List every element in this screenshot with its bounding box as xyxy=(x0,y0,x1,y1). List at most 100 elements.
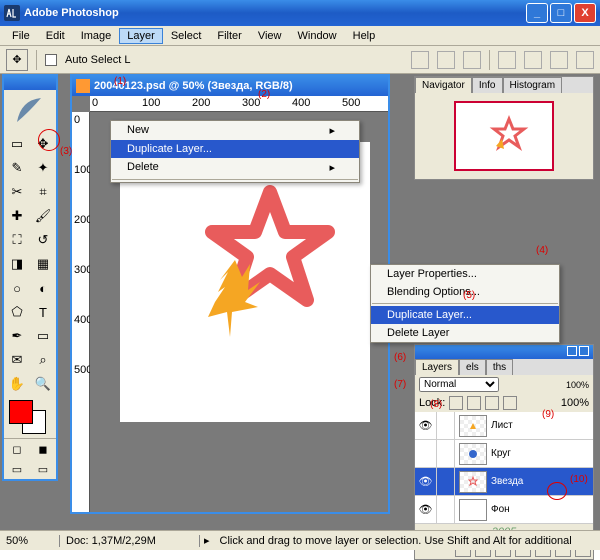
minimize-button[interactable]: _ xyxy=(526,3,548,23)
menu-duplicate-layer[interactable]: Duplicate Layer... xyxy=(111,140,359,158)
blur-tool[interactable]: ○ xyxy=(4,276,30,300)
ctx-blending-options[interactable]: Blending Options... xyxy=(371,283,559,301)
link-icon[interactable] xyxy=(437,440,455,467)
document-titlebar[interactable]: 20040123.psd @ 50% (Звезда, RGB/8) xyxy=(72,76,388,96)
layers-panel-header[interactable] xyxy=(415,345,593,359)
ctx-delete-layer[interactable]: Delete Layer xyxy=(371,324,559,342)
move-tool[interactable]: ✥ xyxy=(30,132,56,156)
notes-tool[interactable]: ✉ xyxy=(4,348,30,372)
tab-layers[interactable]: Layers xyxy=(415,359,459,375)
shape-tool[interactable]: ▭ xyxy=(30,324,56,348)
layer-row[interactable]: 👁 Фон xyxy=(415,496,593,524)
standard-mode-icon[interactable]: ◻ xyxy=(4,439,30,459)
visibility-icon[interactable]: 👁 xyxy=(415,496,437,523)
link-icon[interactable] xyxy=(437,468,455,495)
layer-row[interactable]: 👁 Лист xyxy=(415,412,593,440)
history-brush-tool[interactable]: ↺ xyxy=(30,228,56,252)
canvas[interactable] xyxy=(120,142,370,422)
align-icon[interactable] xyxy=(437,51,455,69)
marquee-tool[interactable]: ▭ xyxy=(4,132,30,156)
layer-row[interactable]: 👁 Звезда xyxy=(415,468,593,496)
visibility-icon[interactable]: 👁 xyxy=(415,468,437,495)
menu-select[interactable]: Select xyxy=(163,28,210,44)
layer-thumbnail[interactable] xyxy=(459,443,487,465)
opacity-value[interactable]: 100% xyxy=(503,380,589,390)
color-swatches[interactable] xyxy=(4,396,56,438)
tab-paths[interactable]: ths xyxy=(486,359,513,375)
status-hint: Click and drag to move layer or selectio… xyxy=(214,535,600,547)
doc-size[interactable]: Doc: 1,37M/2,29M xyxy=(60,535,200,547)
pen-tool[interactable]: ✒ xyxy=(4,324,30,348)
menu-edit[interactable]: Edit xyxy=(38,28,73,44)
layer-thumbnail[interactable] xyxy=(459,471,487,493)
visibility-icon[interactable] xyxy=(415,440,437,467)
layer-name[interactable]: Фон xyxy=(491,504,510,515)
dodge-tool[interactable]: ◐ xyxy=(30,276,56,300)
distribute-icon[interactable] xyxy=(524,51,542,69)
ctx-duplicate-layer[interactable]: Duplicate Layer... xyxy=(371,306,559,324)
zoom-tool[interactable]: 🔍 xyxy=(30,372,56,396)
menu-image[interactable]: Image xyxy=(73,28,120,44)
distribute-icon[interactable] xyxy=(550,51,568,69)
link-icon[interactable] xyxy=(437,412,455,439)
layer-row[interactable]: Круг xyxy=(415,440,593,468)
zoom-value[interactable]: 50% xyxy=(0,535,60,547)
wand-tool[interactable]: ✦ xyxy=(30,156,56,180)
layer-name[interactable]: Круг xyxy=(491,448,511,459)
tab-info[interactable]: Info xyxy=(472,77,503,93)
fill-value[interactable]: 100% xyxy=(521,397,589,409)
menu-file[interactable]: File xyxy=(4,28,38,44)
menu-new-layer[interactable]: New▸ xyxy=(111,121,359,140)
screen-mode-icon[interactable]: ▭ xyxy=(4,459,30,479)
type-tool[interactable]: T xyxy=(30,300,56,324)
auto-select-checkbox[interactable] xyxy=(45,54,57,66)
foreground-swatch[interactable] xyxy=(9,400,33,424)
blend-mode-select[interactable]: Normal xyxy=(419,377,499,392)
menu-filter[interactable]: Filter xyxy=(209,28,249,44)
maximize-button[interactable]: □ xyxy=(550,3,572,23)
align-icon[interactable] xyxy=(411,51,429,69)
menu-window[interactable]: Window xyxy=(290,28,345,44)
crop-tool[interactable]: ✂ xyxy=(4,180,30,204)
distribute-icon[interactable] xyxy=(576,51,594,69)
eraser-tool[interactable]: ◨ xyxy=(4,252,30,276)
menu-delete-layer[interactable]: Delete▸ xyxy=(111,158,359,177)
move-tool-icon[interactable]: ✥ xyxy=(6,49,28,71)
quickmask-icon[interactable]: ◼ xyxy=(30,439,56,459)
screen-mode-icon[interactable]: ▭ xyxy=(30,459,56,479)
layer-thumbnail[interactable] xyxy=(459,415,487,437)
lock-all-icon[interactable] xyxy=(503,396,517,410)
heal-tool[interactable]: ✚ xyxy=(4,204,30,228)
navigator-preview[interactable] xyxy=(415,93,593,179)
brush-tool[interactable]: 🖌 xyxy=(30,204,56,228)
align-icon[interactable] xyxy=(463,51,481,69)
close-button[interactable]: X xyxy=(574,3,596,23)
eyedropper-tool[interactable]: ⌕ xyxy=(30,348,56,372)
layer-context-menu: Layer Properties... Blending Options... … xyxy=(370,264,560,343)
visibility-icon[interactable]: 👁 xyxy=(415,412,437,439)
slice-tool[interactable]: ⌗ xyxy=(30,180,56,204)
lock-position-icon[interactable] xyxy=(485,396,499,410)
toolbox-header[interactable] xyxy=(4,76,56,90)
menu-layer[interactable]: Layer xyxy=(119,28,163,44)
layer-thumbnail[interactable] xyxy=(459,499,487,521)
link-icon[interactable] xyxy=(437,496,455,523)
ctx-layer-properties[interactable]: Layer Properties... xyxy=(371,265,559,283)
gradient-tool[interactable]: ▦ xyxy=(30,252,56,276)
lock-transparency-icon[interactable] xyxy=(449,396,463,410)
stamp-tool[interactable]: ⛶ xyxy=(4,228,30,252)
minimize-panel-icon[interactable] xyxy=(567,346,577,356)
tab-navigator[interactable]: Navigator xyxy=(415,77,472,93)
tab-histogram[interactable]: Histogram xyxy=(503,77,563,93)
menu-help[interactable]: Help xyxy=(345,28,384,44)
menu-view[interactable]: View xyxy=(250,28,290,44)
path-tool[interactable]: ⬠ xyxy=(4,300,30,324)
tab-channels[interactable]: els xyxy=(459,359,486,375)
lasso-tool[interactable]: ✎ xyxy=(4,156,30,180)
close-panel-icon[interactable] xyxy=(579,346,589,356)
layer-name[interactable]: Лист xyxy=(491,420,513,431)
distribute-icon[interactable] xyxy=(498,51,516,69)
layer-name[interactable]: Звезда xyxy=(491,476,523,487)
hand-tool[interactable]: ✋ xyxy=(4,372,30,396)
lock-paint-icon[interactable] xyxy=(467,396,481,410)
